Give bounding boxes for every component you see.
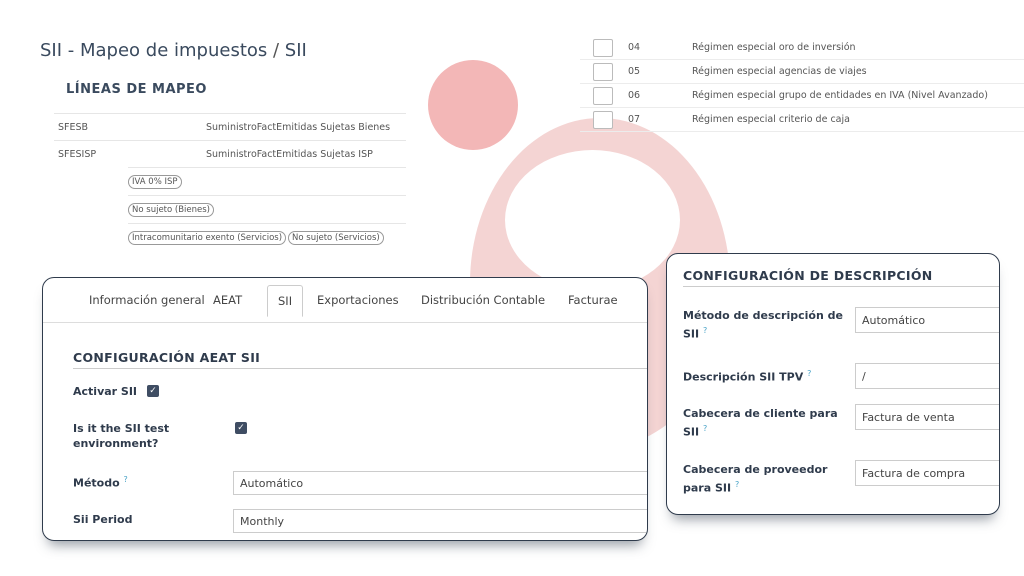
regime-code: 04: [628, 42, 641, 53]
special-regimes-list: 04 Régimen especial oro de inversión 05 …: [580, 36, 1024, 132]
regime-label: Régimen especial oro de inversión: [692, 42, 856, 53]
activar-sii-label: Activar SII: [73, 385, 138, 398]
cabecera-cliente-label: Cabecera de cliente para SII ?: [683, 407, 838, 439]
section-heading: CONFIGURACIÓN AEAT SII: [73, 350, 261, 365]
help-icon[interactable]: ?: [703, 424, 707, 433]
description-settings-panel: CONFIGURACIÓN DE DESCRIPCIÓN Método de d…: [666, 253, 1000, 515]
regime-checkbox[interactable]: [593, 86, 613, 105]
table-row[interactable]: SFESB SuministroFactEmitidas Sujetas Bie…: [54, 113, 406, 140]
sii-period-label: Sii Period: [73, 513, 133, 526]
mapping-code: SFESISP: [58, 148, 97, 160]
descripcion-metodo-label: Método de descripción de SII ?: [683, 309, 843, 341]
sii-period-field[interactable]: Monthly: [233, 509, 647, 533]
regime-label: Régimen especial criterio de caja: [692, 114, 850, 125]
tab-bar: Información general AEAT SII Exportacion…: [43, 278, 647, 323]
metodo-label: Método ?: [73, 475, 128, 490]
help-icon[interactable]: ?: [124, 475, 128, 484]
table-row[interactable]: SFESISP SuministroFactEmitidas Sujetas I…: [54, 140, 406, 167]
breadcrumb-parent[interactable]: SII - Mapeo de impuestos: [40, 40, 267, 61]
regime-checkbox[interactable]: [593, 38, 613, 57]
tax-tags-row: IVA 0% ISP: [128, 167, 406, 195]
test-environment-checkbox[interactable]: ✓: [235, 422, 247, 434]
tax-tag[interactable]: Intracomunitario exento (Servicios): [128, 230, 287, 245]
activar-sii-checkbox[interactable]: ✓: [147, 385, 159, 397]
help-icon[interactable]: ?: [703, 326, 707, 335]
regime-code: 07: [628, 114, 641, 125]
regime-label: Régimen especial grupo de entidades en I…: [692, 90, 988, 101]
decorative-arc-cutout: [505, 150, 680, 290]
tax-tag[interactable]: No sujeto (Servicios): [288, 230, 384, 245]
tab-distribucion-contable[interactable]: Distribución Contable: [421, 293, 545, 307]
descripcion-tpv-label: Descripción SII TPV ?: [683, 369, 812, 384]
tab-sii[interactable]: SII: [267, 285, 304, 317]
cabecera-proveedor-label: Cabecera de proveedor para SII ?: [683, 463, 828, 495]
help-icon[interactable]: ?: [735, 480, 739, 489]
tax-tags-row: Intracomunitario exento (Servicios) No su…: [128, 223, 406, 251]
descripcion-tpv-field[interactable]: /: [855, 363, 999, 389]
descripcion-metodo-field[interactable]: Automático: [855, 307, 999, 333]
list-item: 04 Régimen especial oro de inversión: [580, 36, 1024, 60]
metodo-field[interactable]: Automático: [233, 471, 647, 495]
decorative-circle: [428, 60, 518, 150]
tax-tags-row: No sujeto (Bienes): [128, 195, 406, 223]
tax-tag[interactable]: No sujeto (Bienes): [128, 202, 215, 217]
page-title: SII - Mapeo de impuestos / SII: [40, 40, 307, 61]
help-icon[interactable]: ?: [807, 369, 811, 378]
list-item: 05 Régimen especial agencias de viajes: [580, 60, 1024, 84]
regime-checkbox[interactable]: [593, 62, 613, 81]
regime-label: Régimen especial agencias de viajes: [692, 66, 867, 77]
breadcrumb-separator: /: [267, 40, 285, 61]
tab-facturae[interactable]: Facturae: [568, 293, 618, 307]
mapping-table: SFESB SuministroFactEmitidas Sujetas Bie…: [54, 113, 406, 251]
mapping-lines-heading: LÍNEAS DE MAPEO: [66, 82, 207, 97]
breadcrumb-current: SII: [284, 40, 307, 61]
test-environment-label: Is it the SII test environment?: [73, 422, 170, 450]
sii-settings-panel: Información general AEAT SII Exportacion…: [42, 277, 648, 541]
tab-aeat[interactable]: AEAT: [213, 293, 242, 307]
mapping-code: SFESB: [58, 121, 89, 133]
regime-code: 06: [628, 90, 641, 101]
tab-exportaciones[interactable]: Exportaciones: [317, 293, 399, 307]
section-divider: [73, 368, 647, 369]
tab-informacion-general[interactable]: Información general: [89, 293, 205, 307]
cabecera-proveedor-field[interactable]: Factura de compra: [855, 460, 999, 486]
cabecera-cliente-field[interactable]: Factura de venta: [855, 404, 999, 430]
mapping-description: SuministroFactEmitidas Sujetas ISP: [206, 148, 373, 160]
regime-code: 05: [628, 66, 641, 77]
tax-tag[interactable]: IVA 0% ISP: [128, 174, 182, 189]
list-item: 06 Régimen especial grupo de entidades e…: [580, 84, 1024, 108]
section-heading: CONFIGURACIÓN DE DESCRIPCIÓN: [683, 268, 933, 283]
section-divider: [683, 286, 999, 287]
mapping-description: SuministroFactEmitidas Sujetas Bienes: [206, 121, 391, 133]
list-item: 07 Régimen especial criterio de caja: [580, 108, 1024, 132]
regime-checkbox[interactable]: [593, 110, 613, 129]
